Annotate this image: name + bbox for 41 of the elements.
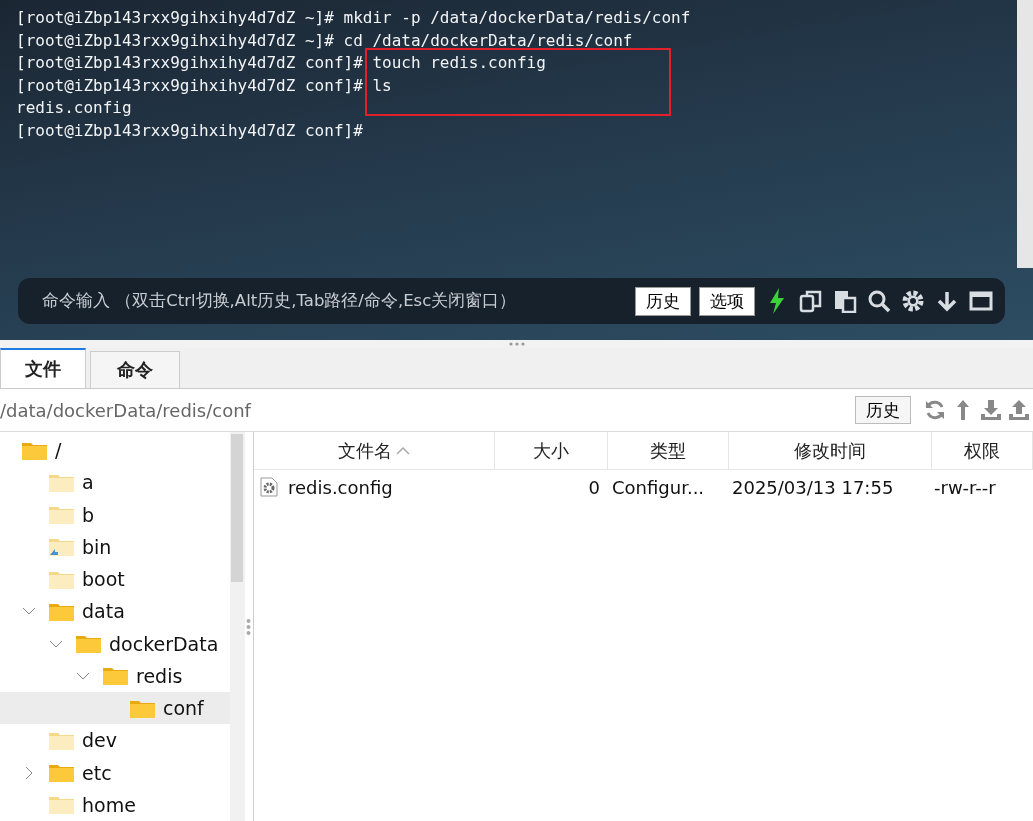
sort-ascending-icon [396, 446, 410, 455]
column-header[interactable]: 权限 [932, 432, 1033, 469]
tree-item[interactable]: dev [0, 724, 231, 757]
column-header[interactable]: 文件名 [254, 432, 495, 469]
tree-item[interactable]: b [0, 498, 231, 531]
command-bar-button[interactable]: 历史 [635, 286, 691, 316]
tree-item[interactable]: boot [0, 563, 231, 596]
tree-item[interactable]: conf [0, 692, 231, 725]
terminal-line: [root@iZbp143rxx9gihxihy4d7dZ ~]# cd /data/dockerData/redis/conf [16, 29, 634, 52]
tree-item[interactable]: home [0, 788, 231, 821]
tab[interactable]: 命令 [90, 351, 180, 388]
tree-item[interactable]: bin [0, 530, 231, 563]
column-header[interactable]: 大小 [495, 432, 608, 469]
drag-handle-icon[interactable] [246, 617, 252, 636]
command-bar-button[interactable]: 选项 [699, 286, 755, 316]
scrollbar[interactable] [230, 432, 245, 821]
gear-file-icon [260, 477, 278, 497]
tree-item[interactable]: data [0, 595, 231, 628]
command-input-field[interactable]: 命令输入 （双击Ctrl切换,Alt历史,Tab路径/命令,Esc关闭窗口） [42, 290, 629, 312]
table-cell[interactable]: redis.config [288, 476, 393, 498]
tree-item[interactable]: etc [0, 756, 231, 789]
table-cell: Configur... [612, 476, 705, 498]
path-field[interactable]: /data/dockerData/redis/conf [0, 399, 855, 421]
terminal-line: [root@iZbp143rxx9gihxihy4d7dZ conf]# ls [16, 74, 393, 97]
column-header[interactable]: 类型 [608, 432, 729, 469]
table-cell: -rw-r--r [934, 476, 996, 498]
history-button[interactable]: 历史 [855, 396, 911, 424]
tree-item[interactable]: dockerData [0, 627, 231, 660]
terminal-line: [root@iZbp143rxx9gihxihy4d7dZ conf]# [16, 119, 364, 142]
table-cell: 0 [588, 476, 600, 498]
terminal-line: redis.config [16, 97, 133, 119]
tree-item[interactable]: redis [0, 659, 231, 692]
terminal-line: [root@iZbp143rxx9gihxihy4d7dZ ~]# mkdir -p /data/dockerData/redis/conf [16, 7, 692, 29]
terminal-line: [root@iZbp143rxx9gihxihy4d7dZ conf]# touch redis.config [16, 52, 547, 74]
tree-item[interactable]: a [0, 466, 231, 499]
tree-item[interactable]: / [0, 434, 231, 467]
tab[interactable]: 文件 [0, 348, 86, 388]
column-header[interactable]: 修改时间 [729, 432, 932, 469]
grip-dots-icon[interactable] [507, 342, 526, 346]
table-cell: 2025/03/13 17:55 [732, 476, 894, 498]
scrollbar[interactable] [1017, 0, 1033, 268]
